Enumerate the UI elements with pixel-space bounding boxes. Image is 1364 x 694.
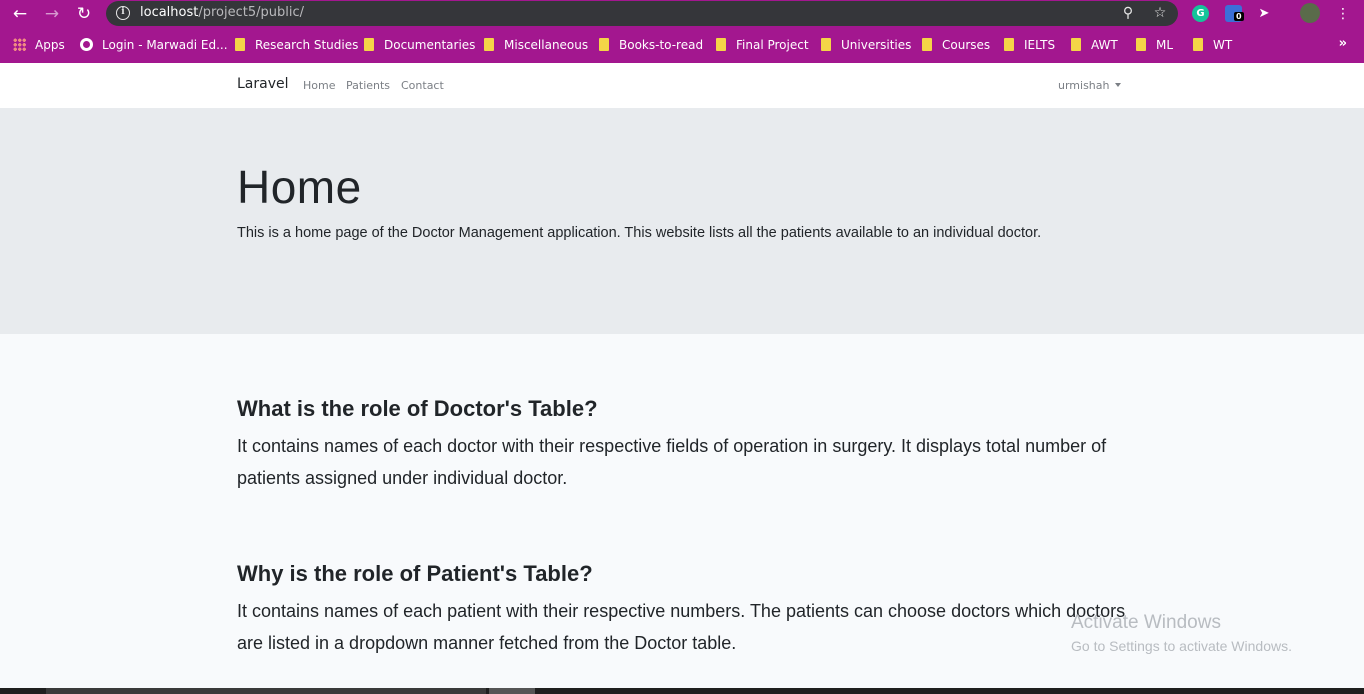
- activate-windows-watermark: Activate Windows Go to Settings to activ…: [1071, 612, 1292, 654]
- bookmark-label: Documentaries: [384, 38, 476, 52]
- watermark-line-1: Activate Windows: [1071, 612, 1221, 633]
- bookmark-awt[interactable]: AWT: [1071, 37, 1118, 53]
- globe-icon: [80, 38, 93, 51]
- cursor-extension-icon[interactable]: ➤: [1253, 3, 1275, 25]
- nav-link-contact[interactable]: Contact: [401, 79, 444, 92]
- bookmark-ielts[interactable]: IELTS: [1004, 37, 1055, 53]
- taskbar: [0, 688, 1364, 694]
- bookmark-apps[interactable]: Apps: [13, 37, 65, 53]
- url-host: localhost: [140, 5, 199, 20]
- profile-avatar-icon[interactable]: [1300, 3, 1320, 23]
- user-name: urmishah: [1058, 79, 1110, 92]
- page-description: This is a home page of the Doctor Manage…: [237, 225, 1042, 241]
- taskbar-segment: [489, 688, 535, 694]
- bookmark-label: Final Project: [736, 38, 809, 52]
- folder-icon: [1193, 38, 1203, 51]
- address-bar[interactable]: i localhost/project5/public/ ⚲ ☆: [106, 1, 1178, 26]
- grammarly-extension-icon[interactable]: G: [1192, 5, 1209, 22]
- browser-menu-icon[interactable]: ⋮: [1332, 3, 1354, 25]
- section-title-patients-table: Why is the role of Patient's Table?: [237, 561, 593, 586]
- bookmark-documentaries[interactable]: Documentaries: [364, 37, 475, 53]
- bookmark-books-to-read[interactable]: Books-to-read: [599, 37, 703, 53]
- folder-icon: [716, 38, 726, 51]
- folder-icon: [922, 38, 932, 51]
- url-text[interactable]: localhost/project5/public/: [140, 5, 304, 20]
- bookmarks-bar: Apps Login - Marwadi Ed... Research Stud…: [0, 27, 1364, 63]
- zoom-icon[interactable]: ⚲: [1119, 4, 1137, 22]
- watermark-line-2: Go to Settings to activate Windows.: [1071, 638, 1292, 654]
- bookmark-label: Courses: [942, 38, 991, 52]
- section-title-doctors-table: What is the role of Doctor's Table?: [237, 396, 598, 421]
- bookmark-label: Miscellaneous: [504, 38, 589, 52]
- site-info-icon[interactable]: i: [116, 6, 130, 20]
- bookmark-final-project[interactable]: Final Project: [716, 37, 809, 53]
- bookmark-login-marwadi[interactable]: Login - Marwadi Ed...: [80, 37, 228, 53]
- bookmark-miscellaneous[interactable]: Miscellaneous: [484, 37, 588, 53]
- jumbotron: Home This is a home page of the Doctor M…: [0, 108, 1364, 334]
- bookmark-label: WT: [1213, 38, 1233, 52]
- bookmark-label: Universities: [841, 38, 912, 52]
- bookmark-label: Books-to-read: [619, 38, 704, 52]
- section-body-patients-table: It contains names of each patient with t…: [237, 601, 1126, 653]
- forward-arrow-icon[interactable]: →: [41, 3, 63, 25]
- bookmark-label: IELTS: [1024, 38, 1056, 52]
- bookmark-courses[interactable]: Courses: [922, 37, 990, 53]
- bookmark-star-icon[interactable]: ☆: [1151, 4, 1169, 22]
- bookmark-label: Login - Marwadi Ed...: [102, 38, 228, 52]
- browser-toolbar: ← → ↻ i localhost/project5/public/ ⚲ ☆ G…: [0, 0, 1364, 27]
- folder-icon: [364, 38, 374, 51]
- folder-icon: [1071, 38, 1081, 51]
- section-body-doctors-table: It contains names of each doctor with th…: [237, 436, 1107, 488]
- user-dropdown[interactable]: urmishah: [1058, 79, 1121, 92]
- folder-icon: [599, 38, 609, 51]
- bookmark-label: ML: [1156, 38, 1174, 52]
- bookmark-label: Research Studies: [255, 38, 359, 52]
- bookmark-ml[interactable]: ML: [1136, 37, 1173, 53]
- bookmark-label: AWT: [1091, 38, 1118, 52]
- page-title: Home: [237, 161, 362, 213]
- nav-link-home[interactable]: Home: [303, 79, 335, 92]
- apps-grid-icon: [13, 38, 26, 51]
- bookmarks-overflow-chevron-icon[interactable]: »: [1339, 36, 1347, 51]
- url-path: /project5/public/: [198, 5, 305, 20]
- bookmark-wt[interactable]: WT: [1193, 37, 1232, 53]
- folder-icon: [235, 38, 245, 51]
- extension-icon[interactable]: 0: [1225, 5, 1244, 22]
- navbar-brand[interactable]: Laravel: [237, 76, 289, 92]
- taskbar-segment: [46, 688, 486, 694]
- folder-icon: [1136, 38, 1146, 51]
- app-navbar: Laravel Home Patients Contact urmishah: [0, 63, 1364, 108]
- bookmark-research-studies[interactable]: Research Studies: [235, 37, 358, 53]
- nav-link-patients[interactable]: Patients: [346, 79, 390, 92]
- caret-down-icon: [1114, 83, 1121, 87]
- folder-icon: [484, 38, 494, 51]
- reload-icon[interactable]: ↻: [73, 3, 95, 25]
- folder-icon: [821, 38, 831, 51]
- folder-icon: [1004, 38, 1014, 51]
- bookmark-universities[interactable]: Universities: [821, 37, 911, 53]
- extension-badge: 0: [1234, 12, 1244, 21]
- bookmark-label: Apps: [35, 38, 65, 52]
- back-arrow-icon[interactable]: ←: [9, 3, 31, 25]
